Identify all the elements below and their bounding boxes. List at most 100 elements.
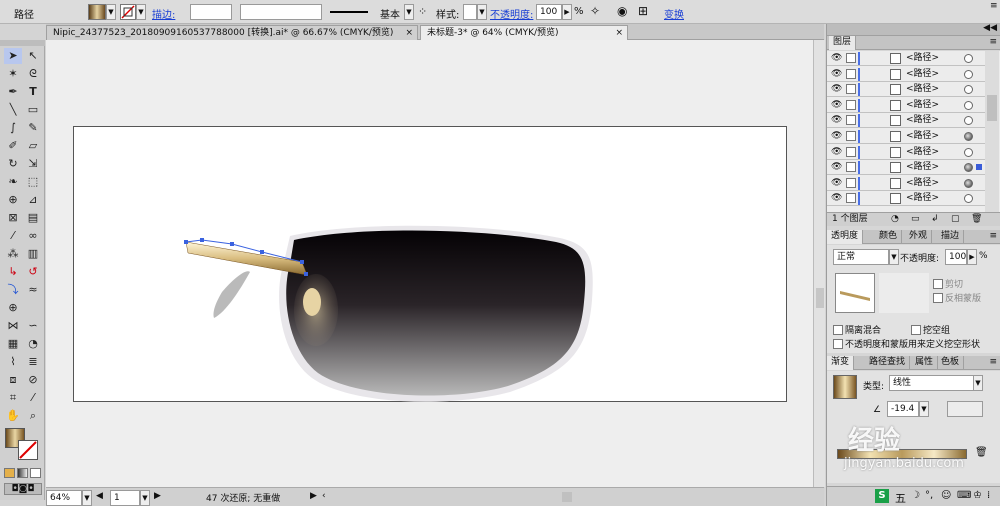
lock-toggle[interactable] [846,162,856,173]
target-icon[interactable] [964,194,973,204]
scroll-thumb[interactable] [987,95,997,121]
moon-icon[interactable]: ☽ [911,490,920,501]
layer-row[interactable]: 👁 <路径> [827,129,985,144]
tab-appearance[interactable]: 外观 [905,230,933,244]
tab-layers[interactable]: 图层 [829,36,857,50]
zoom-field[interactable]: 64% [46,490,82,506]
eye-icon[interactable]: 👁 [831,82,843,96]
lock-toggle[interactable] [846,193,856,204]
aspect-field[interactable] [947,401,983,417]
lock-toggle[interactable] [846,131,856,141]
trash-icon[interactable]: 🗑 [975,447,988,458]
opacity-stepper[interactable]: ▶ [967,249,977,265]
panel-dock-header[interactable]: ◀◀ [827,22,1000,36]
target-icon[interactable] [964,85,973,95]
lock-toggle[interactable] [846,99,856,110]
lock-toggle[interactable] [846,177,856,188]
target-icon[interactable] [964,163,973,173]
blend-mode-select[interactable]: 正常 [833,249,889,265]
anchor-point[interactable] [260,250,264,254]
target-icon[interactable] [964,147,973,157]
lock-toggle[interactable] [846,115,856,126]
panel-menu-icon[interactable]: ≡ [989,36,997,49]
anchor-point[interactable] [304,272,308,276]
eye-icon[interactable]: 👁 [831,176,843,190]
target-icon[interactable] [964,69,973,79]
anchor-point[interactable] [230,242,234,246]
zoom-dropdown[interactable]: ▼ [82,490,92,506]
tab-swatches[interactable]: 色板 [937,356,965,370]
layer-row[interactable]: 👁 <路径> [827,175,985,191]
tab-color[interactable]: 颜色 [875,230,903,244]
anchor-point[interactable] [200,238,204,242]
layer-row[interactable]: 👁 <路径> [827,66,985,82]
new-layer-icon[interactable]: ▢ [951,213,960,226]
target-icon[interactable] [964,100,973,110]
tab-pathfinder[interactable]: 路径查找 [865,356,911,370]
eye-icon[interactable]: 👁 [831,160,843,174]
blend-mode-dropdown[interactable]: ▼ [889,249,899,265]
angle-field[interactable]: -19.4 [887,401,919,417]
anchor-point[interactable] [184,240,188,244]
target-icon[interactable] [964,54,973,63]
ime-mode-label[interactable]: 五 [895,490,906,506]
emoji-icon[interactable]: ☺ [941,490,951,501]
panel-menu-icon[interactable]: ≡ [989,230,997,243]
anchor-point[interactable] [300,260,304,264]
target-icon[interactable] [964,132,973,141]
object-thumbnail[interactable] [835,273,875,313]
invert-mask-checkbox[interactable] [933,293,943,303]
artboard-dropdown[interactable]: ▼ [140,490,150,506]
h-scroll-thumb[interactable] [562,492,572,502]
eye-icon[interactable]: 👁 [831,113,843,127]
lock-toggle[interactable] [846,53,856,63]
collapse-icon[interactable]: ◀◀ [983,22,997,35]
target-icon[interactable] [964,178,973,188]
shirt-icon[interactable]: ♔ [973,490,982,501]
grid-menu-icon[interactable]: ⁞ [987,490,990,501]
knockout-group-checkbox[interactable] [911,325,921,335]
keyboard-icon[interactable]: ⌨ [957,490,971,501]
tab-attributes[interactable]: 属性 [911,356,939,370]
vertical-scrollbar[interactable] [813,40,825,487]
sogou-icon[interactable]: S [875,489,889,503]
layers-scrollbar[interactable] [985,51,999,212]
gradient-swatch[interactable] [833,375,857,399]
scroll-left-icon[interactable]: ‹ [322,491,326,501]
clip-checkbox[interactable] [933,279,943,289]
scroll-thumb[interactable] [816,288,824,308]
gradient-type-select[interactable]: 线性 [889,375,983,391]
locate-object-icon[interactable]: ◔ [891,213,899,226]
tab-stroke[interactable]: 描边 [937,230,965,244]
artboard-number-field[interactable]: 1 [110,490,140,506]
lock-toggle[interactable] [846,68,856,79]
gradient-type-dropdown[interactable]: ▼ [973,375,983,391]
opacity-mask-checkbox[interactable] [833,339,843,349]
clip-mask-icon[interactable]: ▭ [911,213,920,226]
lock-toggle[interactable] [846,146,856,157]
new-sublayer-icon[interactable]: ↲ [931,213,939,226]
panel-menu-icon[interactable]: ≡ [990,1,998,11]
tab-transparency[interactable]: 透明度 [827,230,864,244]
isolate-blend-checkbox[interactable] [833,325,843,335]
layer-row[interactable]: 👁 <路径> [827,82,985,98]
status-menu-icon[interactable]: ▶ [310,491,317,501]
target-icon[interactable] [964,116,973,126]
eye-icon[interactable]: 👁 [831,51,843,65]
layer-row[interactable]: 👁 <路径> [827,160,985,176]
prev-artboard-icon[interactable]: ◀ [96,491,103,501]
layer-row[interactable]: 👁 <路径> [827,51,985,66]
panel-menu-icon[interactable]: ≡ [989,356,997,369]
lock-toggle[interactable] [846,84,856,95]
eye-icon[interactable]: 👁 [831,98,843,112]
opacity-field[interactable]: 100 [945,249,967,265]
eye-icon[interactable]: 👁 [831,145,843,159]
eye-icon[interactable]: 👁 [831,191,843,205]
trash-icon[interactable]: 🗑 [971,213,982,226]
layer-row[interactable]: 👁 <路径> [827,97,985,113]
angle-dropdown[interactable]: ▼ [919,401,929,417]
next-artboard-icon[interactable]: ▶ [154,491,161,501]
eye-icon[interactable]: 👁 [831,67,843,81]
layer-row[interactable]: 👁 <路径> [827,113,985,129]
punctuation-icon[interactable]: °, [925,490,933,501]
